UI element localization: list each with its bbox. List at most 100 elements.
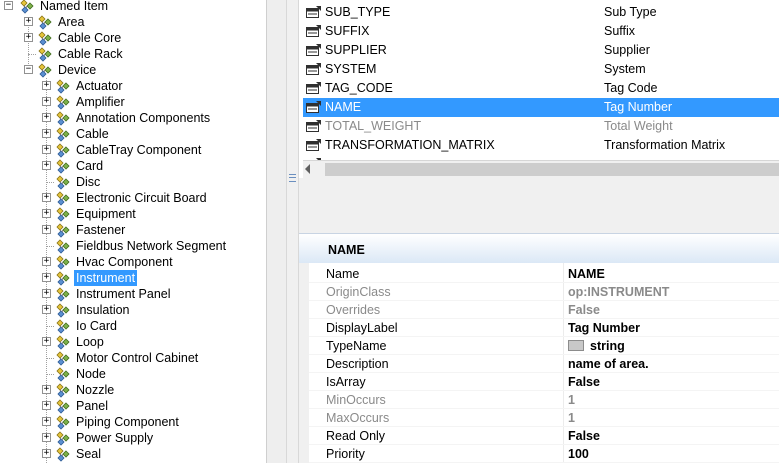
property-row[interactable]: MaxOccurs 1 bbox=[309, 409, 779, 427]
tree-item-label: Electronic Circuit Board bbox=[76, 191, 207, 205]
class-icon bbox=[56, 367, 70, 382]
attribute-description: System bbox=[604, 62, 646, 76]
property-name: Priority bbox=[326, 447, 365, 461]
property-value[interactable]: name of area. bbox=[568, 355, 649, 373]
property-name: Name bbox=[326, 267, 360, 281]
property-grid[interactable]: Name NAME OriginClass op:INSTRUMENT Override… bbox=[299, 263, 779, 463]
expand-icon[interactable]: + bbox=[42, 449, 51, 458]
panel-splitter[interactable] bbox=[286, 0, 299, 463]
collapse-icon[interactable]: − bbox=[4, 1, 13, 10]
expand-icon[interactable]: + bbox=[42, 145, 51, 154]
expand-icon[interactable]: + bbox=[42, 129, 51, 138]
class-icon bbox=[56, 159, 70, 174]
property-value[interactable]: string bbox=[568, 337, 625, 355]
property-value[interactable]: False bbox=[568, 427, 600, 445]
attribute-description: Tag Code bbox=[604, 81, 658, 95]
expand-icon[interactable]: + bbox=[42, 417, 51, 426]
property-row[interactable]: Read Only False bbox=[309, 427, 779, 445]
expand-icon[interactable]: + bbox=[42, 225, 51, 234]
property-header: NAME bbox=[299, 233, 779, 263]
expand-icon[interactable]: + bbox=[42, 273, 51, 282]
class-icon bbox=[56, 271, 70, 286]
attribute-description: Total Weight bbox=[604, 119, 673, 133]
tree-item-label: Actuator bbox=[76, 79, 123, 93]
expand-icon[interactable]: + bbox=[42, 257, 51, 266]
tree-scrollbar[interactable] bbox=[266, 0, 286, 463]
attribute-icon bbox=[306, 120, 321, 132]
class-icon bbox=[56, 223, 70, 238]
expand-icon[interactable]: + bbox=[24, 33, 33, 42]
attribute-icon bbox=[306, 82, 321, 94]
tree-connector-line bbox=[28, 54, 36, 55]
attribute-row[interactable]: SUB_TYPE Sub Type bbox=[303, 3, 779, 22]
splitter-grip-icon bbox=[289, 174, 296, 182]
property-value[interactable]: NAME bbox=[568, 265, 605, 283]
property-grid-gutter bbox=[299, 263, 309, 463]
attribute-row[interactable]: TAG_CODE Tag Code bbox=[303, 79, 779, 98]
attribute-row[interactable]: SUFFIX Suffix bbox=[303, 22, 779, 41]
class-icon bbox=[56, 95, 70, 110]
expand-icon[interactable]: + bbox=[42, 385, 51, 394]
property-value[interactable]: False bbox=[568, 373, 600, 391]
tree-item-label: Node bbox=[76, 367, 106, 381]
tree-connector-line bbox=[46, 246, 54, 247]
attribute-list[interactable]: SUB_TYPE Sub Type SUFFIX Suffix SUPPLIER Supp… bbox=[303, 0, 779, 160]
expand-icon[interactable]: + bbox=[42, 81, 51, 90]
attribute-icon bbox=[306, 139, 321, 151]
attribute-row[interactable]: TRANSFORMATION_MATRIX Transformation Matr… bbox=[303, 136, 779, 155]
expand-icon[interactable]: + bbox=[42, 113, 51, 122]
attribute-row[interactable]: TOTAL_WEIGHT Total Weight bbox=[303, 117, 779, 136]
expand-icon[interactable]: + bbox=[42, 337, 51, 346]
class-tree[interactable]: − Named Item + Area + Cable Core Cable Rack − De… bbox=[0, 0, 265, 463]
tree-item-label: Disc bbox=[76, 175, 101, 189]
class-icon bbox=[56, 239, 70, 254]
property-row[interactable]: Priority 100 bbox=[309, 445, 779, 463]
class-icon bbox=[38, 15, 52, 30]
attribute-list-hscrollbar[interactable] bbox=[303, 160, 779, 178]
expand-icon[interactable]: + bbox=[42, 289, 51, 298]
property-value[interactable]: Tag Number bbox=[568, 319, 640, 337]
expand-icon[interactable]: + bbox=[42, 97, 51, 106]
tree-item-label: Nozzle bbox=[76, 383, 115, 397]
tree-item-label: Instrument bbox=[74, 270, 138, 286]
expand-icon[interactable]: + bbox=[42, 433, 51, 442]
property-row[interactable]: Description name of area. bbox=[309, 355, 779, 373]
attribute-description: Suffix bbox=[604, 24, 636, 38]
scroll-left-arrow-icon[interactable] bbox=[305, 164, 310, 174]
property-name: DisplayLabel bbox=[326, 321, 398, 335]
class-icon bbox=[56, 143, 70, 158]
property-row[interactable]: DisplayLabel Tag Number bbox=[309, 319, 779, 337]
class-icon bbox=[56, 79, 70, 94]
expand-icon[interactable]: + bbox=[42, 401, 51, 410]
expand-icon[interactable]: + bbox=[24, 17, 33, 26]
expand-icon[interactable]: + bbox=[42, 193, 51, 202]
hscroll-thumb[interactable] bbox=[325, 163, 779, 176]
attribute-row[interactable]: NAME Tag Number bbox=[303, 98, 779, 117]
attribute-name: TRANSFORMATION_MATRIX bbox=[325, 138, 495, 152]
tree-item-label: Cable Core bbox=[58, 31, 122, 45]
class-icon bbox=[56, 415, 70, 430]
expand-icon[interactable]: + bbox=[42, 209, 51, 218]
expand-icon[interactable]: + bbox=[42, 161, 51, 170]
tree-item-label: Power Supply bbox=[76, 431, 154, 445]
property-row[interactable]: TypeName string bbox=[309, 337, 779, 355]
property-row[interactable]: Name NAME bbox=[309, 265, 779, 283]
property-row[interactable]: Overrides False bbox=[309, 301, 779, 319]
property-value: False bbox=[568, 303, 600, 317]
expand-icon[interactable]: + bbox=[42, 305, 51, 314]
property-name: Description bbox=[326, 357, 389, 371]
collapse-icon[interactable]: − bbox=[24, 65, 33, 74]
attribute-row[interactable]: SUPPLIER Supplier bbox=[303, 41, 779, 60]
tree-connector-line bbox=[46, 374, 54, 375]
property-row[interactable]: MinOccurs 1 bbox=[309, 391, 779, 409]
class-icon bbox=[56, 383, 70, 398]
property-value: 1 bbox=[568, 411, 575, 425]
property-row[interactable]: IsArray False bbox=[309, 373, 779, 391]
tree-item-label: Device bbox=[58, 63, 97, 77]
property-row[interactable]: OriginClass op:INSTRUMENT bbox=[309, 283, 779, 301]
property-value[interactable]: 100 bbox=[568, 445, 589, 463]
tree-item-label: Piping Component bbox=[76, 415, 179, 429]
attribute-description: Supplier bbox=[604, 43, 650, 57]
attribute-row[interactable]: SYSTEM System bbox=[303, 60, 779, 79]
attribute-description: Sub Type bbox=[604, 5, 657, 19]
